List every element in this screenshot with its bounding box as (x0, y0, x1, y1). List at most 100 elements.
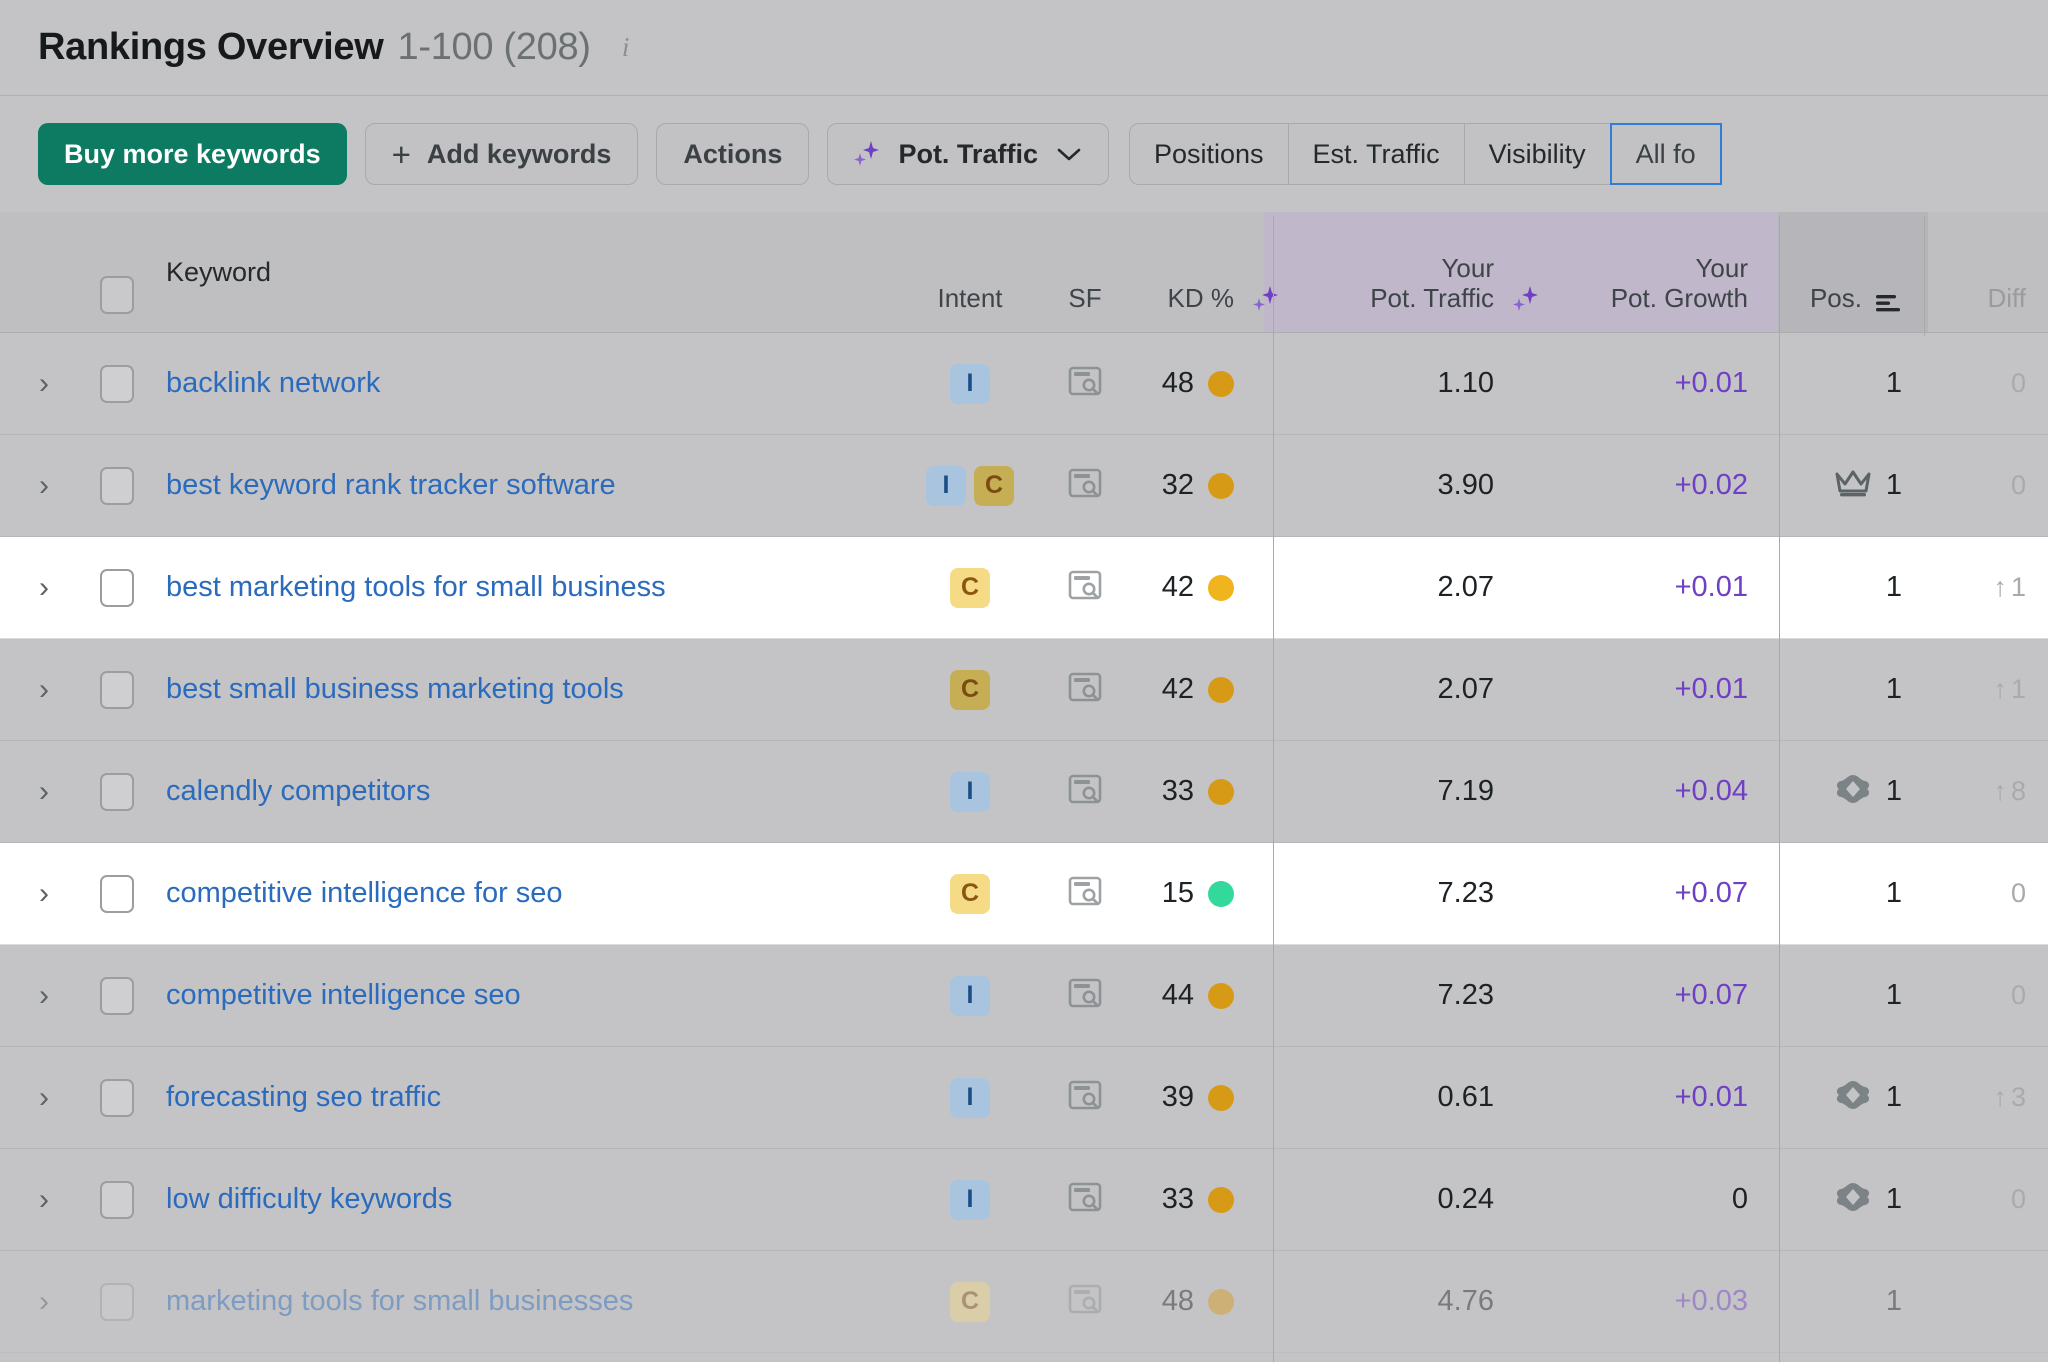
table-row[interactable]: › backlink network I 48 1.10 +0.01 1 0 (0, 333, 2048, 435)
pos-column-header[interactable]: Pos. (1778, 212, 1928, 332)
serp-feature-icon[interactable] (1068, 1181, 1102, 1218)
kd-column-header[interactable]: KD % (1132, 212, 1264, 332)
table-row[interactable]: › marketing tools for small businesses C 4… (0, 1251, 2048, 1353)
tab-all-formats[interactable]: All fo (1609, 123, 1722, 185)
diff-column-header[interactable]: Diff (1928, 212, 2048, 332)
tab-positions[interactable]: Positions (1128, 123, 1288, 185)
intent-column-header[interactable]: Intent (902, 212, 1038, 332)
kd-cell: 33 (1132, 741, 1264, 842)
column-divider-pot-traffic (1273, 216, 1274, 1362)
row-checkbox[interactable] (100, 466, 134, 505)
rankings-table: Keyword Intent SF KD % Your Pot. Traffic… (0, 212, 2048, 1353)
keyword-link[interactable]: forecasting seo traffic (166, 1081, 441, 1114)
pot-traffic-column-header[interactable]: Your Pot. Traffic (1253, 212, 1522, 332)
row-checkbox[interactable] (100, 874, 134, 913)
row-select-cell (88, 843, 146, 944)
intent-badge-c[interactable]: C (974, 465, 1014, 506)
table-body: › backlink network I 48 1.10 +0.01 1 0 › best k… (0, 333, 2048, 1353)
table-row[interactable]: › best marketing tools for small business… (0, 537, 2048, 639)
keyword-link[interactable]: best small business marketing tools (166, 673, 624, 706)
pot-growth-cell: +0.01 (1522, 333, 1778, 434)
add-keywords-button[interactable]: + Add keywords (364, 123, 639, 185)
table-row[interactable]: › competitive intelligence seo I 44 7.23 +0… (0, 945, 2048, 1047)
column-divider-pos (1779, 216, 1780, 1362)
row-checkbox[interactable] (100, 976, 134, 1015)
intent-badge-i[interactable]: I (950, 1077, 990, 1118)
chevron-right-icon[interactable]: › (39, 1184, 49, 1215)
table-row[interactable]: › best small business marketing tools C 42… (0, 639, 2048, 741)
pot-traffic-dropdown[interactable]: Pot. Traffic (827, 123, 1109, 185)
table-row[interactable]: › competitive intelligence for seo C 15 7.… (0, 843, 2048, 945)
row-checkbox[interactable] (100, 1282, 134, 1321)
row-checkbox[interactable] (100, 364, 134, 403)
pot-growth-cell: +0.01 (1522, 1047, 1778, 1148)
sf-column-header[interactable]: SF (1038, 212, 1132, 332)
keyword-link[interactable]: best keyword rank tracker software (166, 469, 616, 502)
row-select-cell (88, 1149, 146, 1250)
position-cell: 1 (1778, 1149, 1928, 1250)
keyword-link[interactable]: competitive intelligence for seo (166, 877, 563, 910)
chevron-right-icon[interactable]: › (39, 470, 49, 501)
row-checkbox[interactable] (100, 772, 134, 811)
intent-badge-c[interactable]: C (950, 669, 990, 710)
intent-badge-c[interactable]: C (950, 567, 990, 608)
row-checkbox[interactable] (100, 1078, 134, 1117)
keyword-column-header[interactable]: Keyword (146, 212, 902, 332)
pot-traffic-value: 7.23 (1437, 979, 1494, 1011)
chevron-right-icon[interactable]: › (39, 572, 49, 603)
intent-badge-i[interactable]: I (950, 1179, 990, 1220)
keyword-link[interactable]: competitive intelligence seo (166, 979, 521, 1012)
keyword-link[interactable]: backlink network (166, 367, 380, 400)
serp-features-cell (1038, 333, 1132, 434)
info-icon[interactable]: i (615, 32, 637, 63)
chevron-right-icon[interactable]: › (39, 776, 49, 807)
serp-feature-icon[interactable] (1068, 365, 1102, 402)
pot-growth-column-header[interactable]: Your Pot. Growth (1513, 212, 1778, 332)
select-all-checkbox[interactable] (100, 276, 134, 314)
chevron-right-icon[interactable]: › (39, 1082, 49, 1113)
row-checkbox[interactable] (100, 568, 134, 607)
chevron-right-icon[interactable]: › (39, 368, 49, 399)
keyword-link[interactable]: low difficulty keywords (166, 1183, 452, 1216)
serp-feature-icon[interactable] (1068, 875, 1102, 912)
serp-feature-icon[interactable] (1068, 1079, 1102, 1116)
table-row[interactable]: › low difficulty keywords I 33 0.24 0 1 0 (0, 1149, 2048, 1251)
serp-feature-icon[interactable] (1068, 671, 1102, 708)
serp-feature-icon[interactable] (1068, 467, 1102, 504)
sort-descending-icon[interactable] (1874, 292, 1902, 314)
intent-badge-i[interactable]: I (926, 465, 966, 506)
keyword-link[interactable]: calendly competitors (166, 775, 430, 808)
row-checkbox[interactable] (100, 1180, 134, 1219)
serp-feature-icon[interactable] (1068, 569, 1102, 606)
row-select-cell (88, 945, 146, 1046)
expand-row-cell: › (0, 1047, 88, 1148)
serp-feature-icon[interactable] (1068, 977, 1102, 1014)
diff-value: 3 (2010, 1082, 2026, 1112)
chevron-right-icon[interactable]: › (39, 878, 49, 909)
kd-value: 33 (1161, 775, 1194, 807)
chevron-right-icon[interactable]: › (39, 1286, 49, 1317)
intent-badge-i[interactable]: I (950, 771, 990, 812)
serp-feature-icon[interactable] (1068, 1283, 1102, 1320)
keyword-link[interactable]: best marketing tools for small business (166, 571, 666, 604)
kd-difficulty-dot (1208, 676, 1234, 703)
chevron-right-icon[interactable]: › (39, 980, 49, 1011)
table-row[interactable]: › calendly competitors I 33 7.19 +0.04 1 ↑ 8 (0, 741, 2048, 843)
table-row[interactable]: › best keyword rank tracker software I C 32… (0, 435, 2048, 537)
tab-est-traffic[interactable]: Est. Traffic (1287, 123, 1464, 185)
serp-features-cell (1038, 843, 1132, 944)
row-checkbox[interactable] (100, 670, 134, 709)
table-row[interactable]: › forecasting seo traffic I 39 0.61 +0.01 1… (0, 1047, 2048, 1149)
actions-button[interactable]: Actions (656, 123, 810, 185)
intent-badge-i[interactable]: I (950, 975, 990, 1016)
intent-badge-i[interactable]: I (950, 363, 990, 404)
serp-features-cell (1038, 741, 1132, 842)
tab-visibility[interactable]: Visibility (1463, 123, 1610, 185)
keyword-link[interactable]: marketing tools for small businesses (166, 1285, 633, 1318)
buy-more-keywords-button[interactable]: Buy more keywords (38, 123, 347, 185)
intent-badge-c[interactable]: C (950, 1281, 990, 1322)
chevron-right-icon[interactable]: › (39, 674, 49, 705)
kd-value: 42 (1161, 571, 1194, 603)
serp-feature-icon[interactable] (1068, 773, 1102, 810)
intent-badge-c[interactable]: C (950, 873, 990, 914)
